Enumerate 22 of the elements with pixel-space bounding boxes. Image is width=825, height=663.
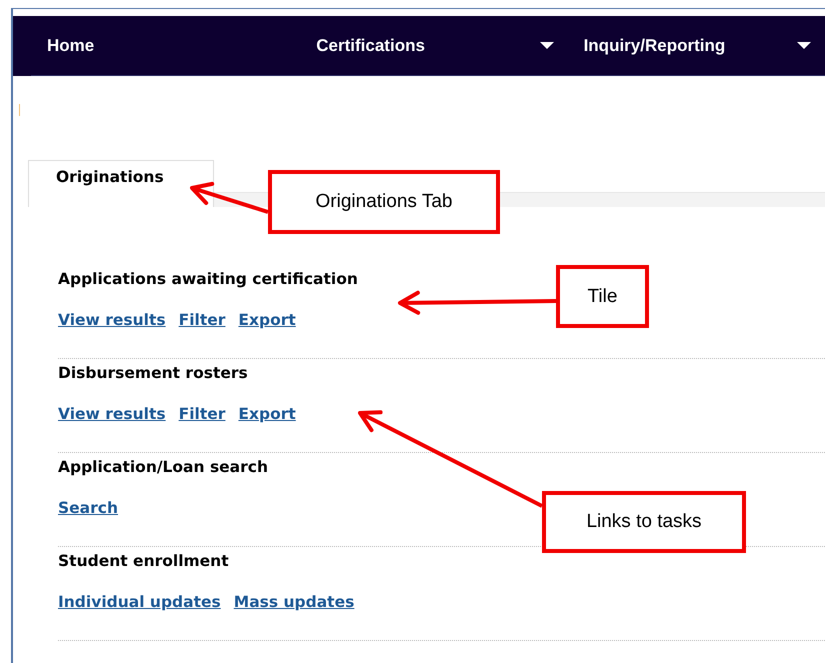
- task-link[interactable]: Individual updates: [58, 593, 221, 611]
- tile-title: Application/Loan search: [58, 458, 268, 476]
- task-link[interactable]: Export: [238, 405, 296, 423]
- task-link[interactable]: Filter: [178, 405, 226, 423]
- task-link[interactable]: View results: [58, 405, 166, 423]
- caret-icon[interactable]: [797, 42, 811, 50]
- tile-title: Disbursement rosters: [58, 364, 248, 382]
- tab[interactable]: Originations: [28, 160, 214, 207]
- nav-item[interactable]: Home: [47, 36, 94, 56]
- task-link[interactable]: View results: [58, 311, 166, 329]
- callout-box: Originations Tab: [268, 170, 500, 234]
- nav-item[interactable]: Inquiry/Reporting: [584, 36, 726, 56]
- tile-title: Student enrollment: [58, 552, 229, 570]
- nav-item[interactable]: Certifications: [316, 36, 425, 56]
- task-link[interactable]: Search: [58, 499, 118, 517]
- task-link[interactable]: Mass updates: [234, 593, 354, 611]
- tile-title: Applications awaiting certification: [58, 270, 358, 288]
- callout-box: Links to tasks: [542, 491, 746, 553]
- task-link[interactable]: Export: [238, 311, 296, 329]
- caret-icon[interactable]: [540, 42, 554, 50]
- task-link[interactable]: Filter: [178, 311, 226, 329]
- callout-box: Tile: [556, 265, 649, 328]
